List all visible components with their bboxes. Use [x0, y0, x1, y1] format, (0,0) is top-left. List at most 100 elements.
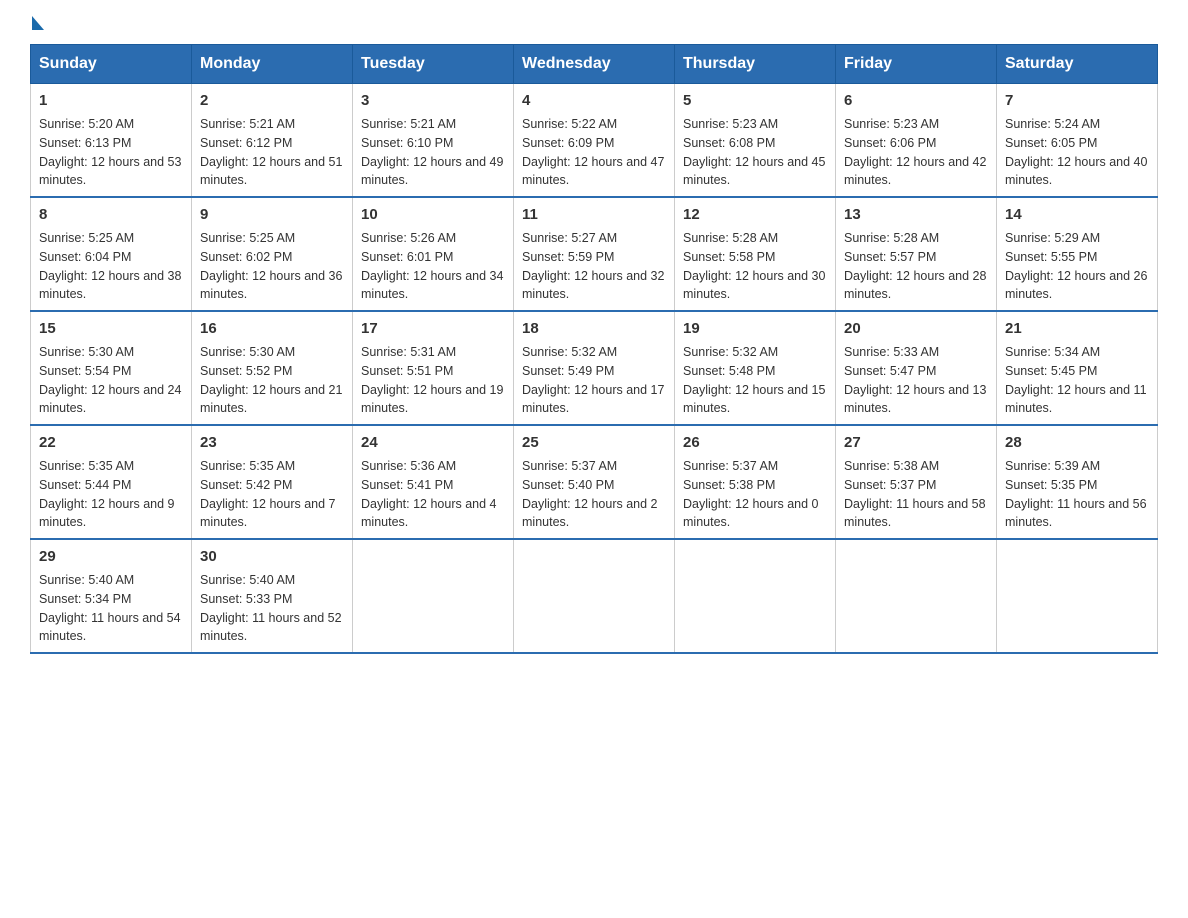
calendar-cell: 8 Sunrise: 5:25 AMSunset: 6:04 PMDayligh…: [31, 197, 192, 311]
day-number: 15: [39, 318, 183, 339]
day-number: 5: [683, 90, 827, 111]
header-saturday: Saturday: [997, 45, 1158, 84]
calendar-cell: 13 Sunrise: 5:28 AMSunset: 5:57 PMDaylig…: [836, 197, 997, 311]
calendar-week-5: 29 Sunrise: 5:40 AMSunset: 5:34 PMDaylig…: [31, 539, 1158, 653]
header-tuesday: Tuesday: [353, 45, 514, 84]
day-info: Sunrise: 5:24 AMSunset: 6:05 PMDaylight:…: [1005, 117, 1147, 187]
day-number: 26: [683, 432, 827, 453]
day-number: 2: [200, 90, 344, 111]
day-info: Sunrise: 5:30 AMSunset: 5:52 PMDaylight:…: [200, 345, 342, 415]
day-number: 9: [200, 204, 344, 225]
day-info: Sunrise: 5:25 AMSunset: 6:02 PMDaylight:…: [200, 231, 342, 301]
day-number: 19: [683, 318, 827, 339]
calendar-cell: 1 Sunrise: 5:20 AMSunset: 6:13 PMDayligh…: [31, 84, 192, 198]
day-info: Sunrise: 5:20 AMSunset: 6:13 PMDaylight:…: [39, 117, 181, 187]
calendar-cell: 20 Sunrise: 5:33 AMSunset: 5:47 PMDaylig…: [836, 311, 997, 425]
calendar-cell: [675, 539, 836, 653]
day-info: Sunrise: 5:32 AMSunset: 5:48 PMDaylight:…: [683, 345, 825, 415]
calendar-cell: 15 Sunrise: 5:30 AMSunset: 5:54 PMDaylig…: [31, 311, 192, 425]
calendar-cell: 27 Sunrise: 5:38 AMSunset: 5:37 PMDaylig…: [836, 425, 997, 539]
calendar-cell: 29 Sunrise: 5:40 AMSunset: 5:34 PMDaylig…: [31, 539, 192, 653]
calendar-cell: 6 Sunrise: 5:23 AMSunset: 6:06 PMDayligh…: [836, 84, 997, 198]
day-number: 30: [200, 546, 344, 567]
calendar-week-1: 1 Sunrise: 5:20 AMSunset: 6:13 PMDayligh…: [31, 84, 1158, 198]
calendar-cell: [353, 539, 514, 653]
calendar-cell: 24 Sunrise: 5:36 AMSunset: 5:41 PMDaylig…: [353, 425, 514, 539]
calendar-cell: 18 Sunrise: 5:32 AMSunset: 5:49 PMDaylig…: [514, 311, 675, 425]
day-number: 1: [39, 90, 183, 111]
calendar-week-3: 15 Sunrise: 5:30 AMSunset: 5:54 PMDaylig…: [31, 311, 1158, 425]
day-info: Sunrise: 5:26 AMSunset: 6:01 PMDaylight:…: [361, 231, 503, 301]
header-sunday: Sunday: [31, 45, 192, 84]
day-info: Sunrise: 5:25 AMSunset: 6:04 PMDaylight:…: [39, 231, 181, 301]
day-info: Sunrise: 5:28 AMSunset: 5:58 PMDaylight:…: [683, 231, 825, 301]
day-number: 21: [1005, 318, 1149, 339]
day-number: 8: [39, 204, 183, 225]
day-number: 20: [844, 318, 988, 339]
calendar-cell: 26 Sunrise: 5:37 AMSunset: 5:38 PMDaylig…: [675, 425, 836, 539]
day-info: Sunrise: 5:22 AMSunset: 6:09 PMDaylight:…: [522, 117, 664, 187]
day-number: 17: [361, 318, 505, 339]
calendar-cell: 2 Sunrise: 5:21 AMSunset: 6:12 PMDayligh…: [192, 84, 353, 198]
day-number: 13: [844, 204, 988, 225]
day-info: Sunrise: 5:39 AMSunset: 5:35 PMDaylight:…: [1005, 459, 1147, 529]
day-number: 29: [39, 546, 183, 567]
day-info: Sunrise: 5:21 AMSunset: 6:12 PMDaylight:…: [200, 117, 342, 187]
day-number: 28: [1005, 432, 1149, 453]
day-number: 3: [361, 90, 505, 111]
day-info: Sunrise: 5:36 AMSunset: 5:41 PMDaylight:…: [361, 459, 497, 529]
day-number: 27: [844, 432, 988, 453]
day-info: Sunrise: 5:27 AMSunset: 5:59 PMDaylight:…: [522, 231, 664, 301]
day-number: 12: [683, 204, 827, 225]
day-info: Sunrise: 5:35 AMSunset: 5:44 PMDaylight:…: [39, 459, 175, 529]
day-info: Sunrise: 5:31 AMSunset: 5:51 PMDaylight:…: [361, 345, 503, 415]
calendar-cell: 5 Sunrise: 5:23 AMSunset: 6:08 PMDayligh…: [675, 84, 836, 198]
day-number: 4: [522, 90, 666, 111]
calendar-cell: 17 Sunrise: 5:31 AMSunset: 5:51 PMDaylig…: [353, 311, 514, 425]
logo: [30, 20, 44, 34]
day-info: Sunrise: 5:37 AMSunset: 5:38 PMDaylight:…: [683, 459, 819, 529]
day-number: 18: [522, 318, 666, 339]
day-info: Sunrise: 5:28 AMSunset: 5:57 PMDaylight:…: [844, 231, 986, 301]
calendar-cell: 9 Sunrise: 5:25 AMSunset: 6:02 PMDayligh…: [192, 197, 353, 311]
header-friday: Friday: [836, 45, 997, 84]
day-info: Sunrise: 5:23 AMSunset: 6:06 PMDaylight:…: [844, 117, 986, 187]
day-info: Sunrise: 5:21 AMSunset: 6:10 PMDaylight:…: [361, 117, 503, 187]
calendar-cell: 11 Sunrise: 5:27 AMSunset: 5:59 PMDaylig…: [514, 197, 675, 311]
day-info: Sunrise: 5:34 AMSunset: 5:45 PMDaylight:…: [1005, 345, 1147, 415]
day-number: 11: [522, 204, 666, 225]
header-monday: Monday: [192, 45, 353, 84]
logo-triangle-icon: [32, 16, 44, 30]
calendar-cell: 23 Sunrise: 5:35 AMSunset: 5:42 PMDaylig…: [192, 425, 353, 539]
day-info: Sunrise: 5:23 AMSunset: 6:08 PMDaylight:…: [683, 117, 825, 187]
calendar-cell: 3 Sunrise: 5:21 AMSunset: 6:10 PMDayligh…: [353, 84, 514, 198]
day-info: Sunrise: 5:33 AMSunset: 5:47 PMDaylight:…: [844, 345, 986, 415]
calendar-cell: 16 Sunrise: 5:30 AMSunset: 5:52 PMDaylig…: [192, 311, 353, 425]
header-wednesday: Wednesday: [514, 45, 675, 84]
calendar-week-4: 22 Sunrise: 5:35 AMSunset: 5:44 PMDaylig…: [31, 425, 1158, 539]
calendar-cell: [836, 539, 997, 653]
calendar-cell: 4 Sunrise: 5:22 AMSunset: 6:09 PMDayligh…: [514, 84, 675, 198]
day-number: 10: [361, 204, 505, 225]
day-number: 22: [39, 432, 183, 453]
day-number: 23: [200, 432, 344, 453]
day-info: Sunrise: 5:40 AMSunset: 5:34 PMDaylight:…: [39, 573, 181, 643]
calendar-cell: 22 Sunrise: 5:35 AMSunset: 5:44 PMDaylig…: [31, 425, 192, 539]
calendar-cell: 19 Sunrise: 5:32 AMSunset: 5:48 PMDaylig…: [675, 311, 836, 425]
day-info: Sunrise: 5:32 AMSunset: 5:49 PMDaylight:…: [522, 345, 664, 415]
calendar-cell: 14 Sunrise: 5:29 AMSunset: 5:55 PMDaylig…: [997, 197, 1158, 311]
calendar-cell: 7 Sunrise: 5:24 AMSunset: 6:05 PMDayligh…: [997, 84, 1158, 198]
day-number: 14: [1005, 204, 1149, 225]
day-number: 7: [1005, 90, 1149, 111]
day-number: 24: [361, 432, 505, 453]
day-info: Sunrise: 5:38 AMSunset: 5:37 PMDaylight:…: [844, 459, 986, 529]
day-info: Sunrise: 5:40 AMSunset: 5:33 PMDaylight:…: [200, 573, 342, 643]
calendar-cell: [514, 539, 675, 653]
calendar-header-row: SundayMondayTuesdayWednesdayThursdayFrid…: [31, 45, 1158, 84]
calendar-cell: 21 Sunrise: 5:34 AMSunset: 5:45 PMDaylig…: [997, 311, 1158, 425]
day-number: 16: [200, 318, 344, 339]
calendar-table: SundayMondayTuesdayWednesdayThursdayFrid…: [30, 44, 1158, 654]
calendar-week-2: 8 Sunrise: 5:25 AMSunset: 6:04 PMDayligh…: [31, 197, 1158, 311]
calendar-cell: 12 Sunrise: 5:28 AMSunset: 5:58 PMDaylig…: [675, 197, 836, 311]
calendar-cell: 25 Sunrise: 5:37 AMSunset: 5:40 PMDaylig…: [514, 425, 675, 539]
